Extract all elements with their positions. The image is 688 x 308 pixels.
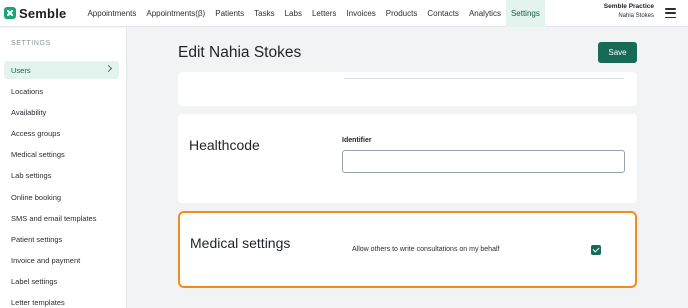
nav-tasks[interactable]: Tasks	[249, 0, 279, 27]
save-button[interactable]: Save	[598, 42, 637, 63]
nav-products[interactable]: Products	[381, 0, 423, 27]
nav-labs[interactable]: Labs	[280, 0, 307, 27]
sidebar-item-sms-email-templates[interactable]: SMS and email templates	[4, 209, 119, 227]
nav-patients[interactable]: Patients	[210, 0, 249, 27]
sidebar-item-label: Lab settings	[11, 170, 52, 180]
allow-others-checkbox[interactable]	[591, 245, 601, 255]
sidebar-item-medical-settings[interactable]: Medical settings	[4, 145, 119, 163]
healthcode-section: Healthcode Identifier	[178, 114, 637, 203]
settings-sidebar: SETTINGS Users Locations Availability Ac…	[0, 28, 127, 308]
main-nav: Appointments Appointments(β) Patients Ta…	[82, 0, 545, 27]
identifier-input[interactable]	[342, 150, 625, 173]
semble-logo-icon	[4, 7, 16, 19]
allow-others-label: Allow others to write consultations on m…	[352, 246, 500, 253]
nav-settings[interactable]: Settings	[505, 0, 545, 27]
nav-appointments-beta[interactable]: Appointments(β)	[141, 0, 210, 27]
sidebar-item-label: Locations	[11, 86, 44, 96]
nav-analytics[interactable]: Analytics	[464, 0, 506, 27]
top-navigation-bar: Semble Appointments Appointments(β) Pati…	[0, 0, 688, 27]
sidebar-item-patient-settings[interactable]: Patient settings	[4, 230, 119, 248]
sidebar-item-letter-templates[interactable]: Letter templates	[4, 293, 119, 308]
sidebar-item-label: Invoice and payment	[11, 255, 81, 265]
sidebar-item-locations[interactable]: Locations	[4, 82, 119, 100]
sidebar-item-label: Access groups	[11, 128, 61, 138]
sidebar-item-online-booking[interactable]: Online booking	[4, 188, 119, 206]
sidebar-item-availability[interactable]: Availability	[4, 103, 119, 121]
sidebar-item-label: Label settings	[11, 276, 58, 286]
account-switcher[interactable]: Semble Practice Nahia Stokes	[604, 3, 654, 19]
identifier-label: Identifier	[342, 137, 372, 144]
sidebar-item-access-groups[interactable]: Access groups	[4, 124, 119, 142]
sidebar-item-label: Medical settings	[11, 149, 65, 159]
sidebar-item-label-settings[interactable]: Label settings	[4, 272, 119, 290]
sidebar-item-lab-settings[interactable]: Lab settings	[4, 166, 119, 184]
sidebar-heading: SETTINGS	[11, 40, 51, 47]
hamburger-menu-icon[interactable]	[665, 8, 676, 18]
previous-section-card	[178, 72, 637, 106]
healthcode-title: Healthcode	[189, 137, 260, 153]
page-title: Edit Nahia Stokes	[178, 44, 302, 61]
current-user-name: Nahia Stokes	[618, 13, 654, 19]
sidebar-item-label: Letter templates	[11, 297, 65, 307]
sidebar-item-users[interactable]: Users	[4, 61, 119, 79]
sidebar-item-label: Patient settings	[11, 234, 63, 244]
brand-logo[interactable]: Semble	[4, 6, 66, 21]
nav-letters[interactable]: Letters	[307, 0, 341, 27]
medical-settings-title: Medical settings	[190, 235, 291, 251]
sidebar-item-invoice-payment[interactable]: Invoice and payment	[4, 251, 119, 269]
chevron-right-icon	[104, 64, 113, 73]
sidebar-item-label: Users	[11, 65, 31, 75]
sidebar-item-label: Online booking	[11, 192, 62, 202]
medical-settings-section: Medical settings Allow others to write c…	[178, 211, 637, 288]
brand-name: Semble	[19, 5, 67, 21]
practice-name: Semble Practice	[603, 3, 654, 10]
nav-contacts[interactable]: Contacts	[422, 0, 464, 27]
sidebar-item-label: SMS and email templates	[11, 213, 97, 223]
nav-invoices[interactable]: Invoices	[341, 0, 380, 27]
nav-appointments[interactable]: Appointments	[82, 0, 141, 27]
divider	[344, 78, 624, 79]
sidebar-item-label: Availability	[11, 107, 47, 117]
